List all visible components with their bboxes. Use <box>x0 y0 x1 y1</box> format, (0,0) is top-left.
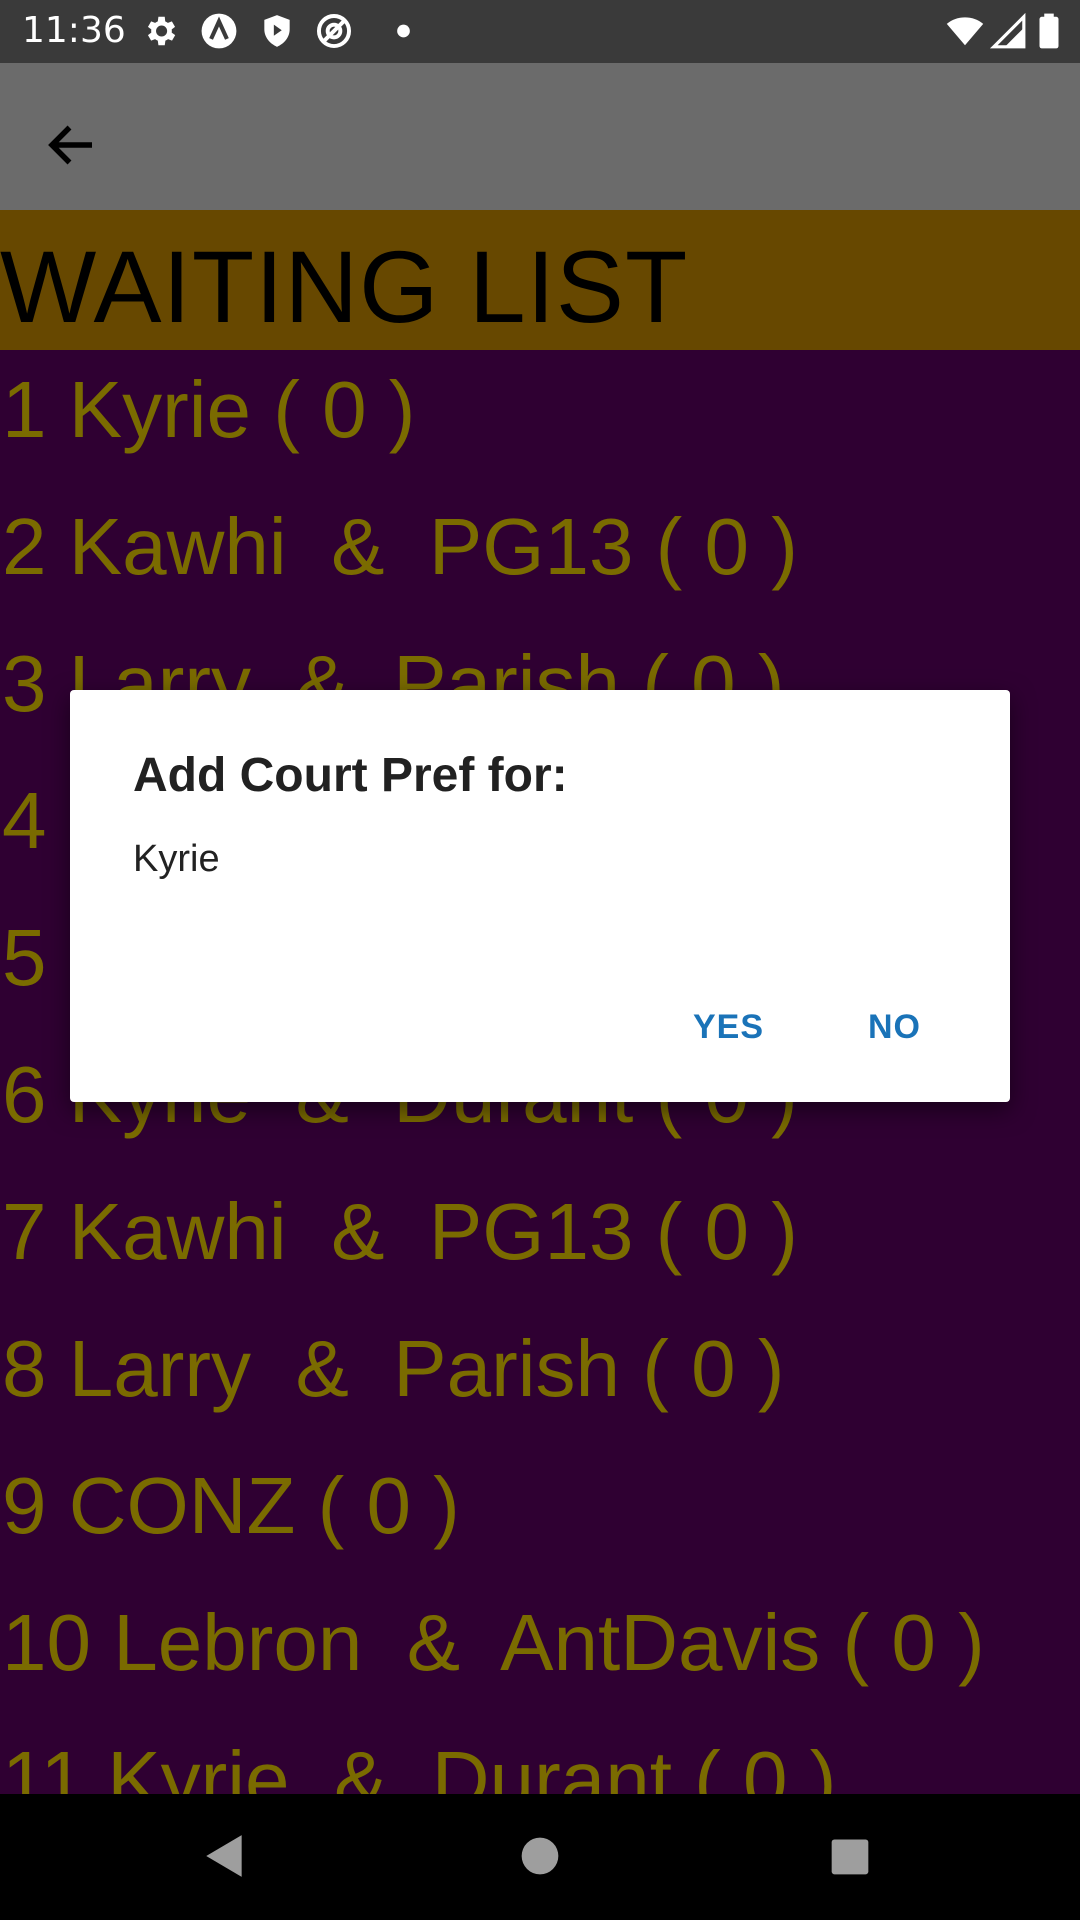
arrow-back-icon[interactable] <box>42 115 102 175</box>
home-circle-icon[interactable] <box>518 1830 562 1882</box>
page-title: WAITING LIST <box>0 230 689 344</box>
no-button[interactable]: NO <box>868 1008 921 1047</box>
dialog-title: Add Court Pref for: <box>133 749 568 802</box>
battery-icon <box>1039 13 1059 49</box>
waiting-list-header: WAITING LIST <box>0 210 1080 350</box>
wifi-icon <box>946 17 984 46</box>
list-item[interactable]: 11 Kyrie & Durant ( 0 ) <box>2 1740 836 1795</box>
court-pref-dialog: Add Court Pref for: Kyrie YES NO <box>70 690 1010 1102</box>
status-time: 11:36 <box>22 10 126 51</box>
recents-square-icon[interactable] <box>828 1830 872 1882</box>
app-toolbar <box>0 63 1080 210</box>
list-item[interactable]: 10 Lebron & AntDavis ( 0 ) <box>2 1603 985 1740</box>
list-item[interactable]: 1 Kyrie ( 0 ) <box>2 370 415 507</box>
list-item[interactable]: 7 Kawhi & PG13 ( 0 ) <box>2 1192 798 1329</box>
dot-icon <box>397 24 410 38</box>
vpn-icon <box>316 13 352 49</box>
dialog-message: Kyrie <box>133 838 220 880</box>
settings-icon <box>147 16 176 46</box>
shield-icon <box>264 15 290 47</box>
list-item[interactable]: 8 Larry & Parish ( 0 ) <box>2 1329 784 1466</box>
signal-icon <box>989 12 1026 49</box>
list-item[interactable]: 9 CONZ ( 0 ) <box>2 1466 460 1603</box>
navigation-bar <box>0 1794 1080 1920</box>
list-item[interactable]: 4 <box>2 781 69 918</box>
back-triangle-icon[interactable] <box>200 1830 250 1882</box>
list-item[interactable]: 5 <box>2 918 69 1055</box>
yes-button[interactable]: YES <box>693 1008 764 1047</box>
app-icon-a <box>201 13 237 49</box>
list-item[interactable]: 2 Kawhi & PG13 ( 0 ) <box>2 507 798 644</box>
status-bar: 11:36 <box>0 0 1080 63</box>
